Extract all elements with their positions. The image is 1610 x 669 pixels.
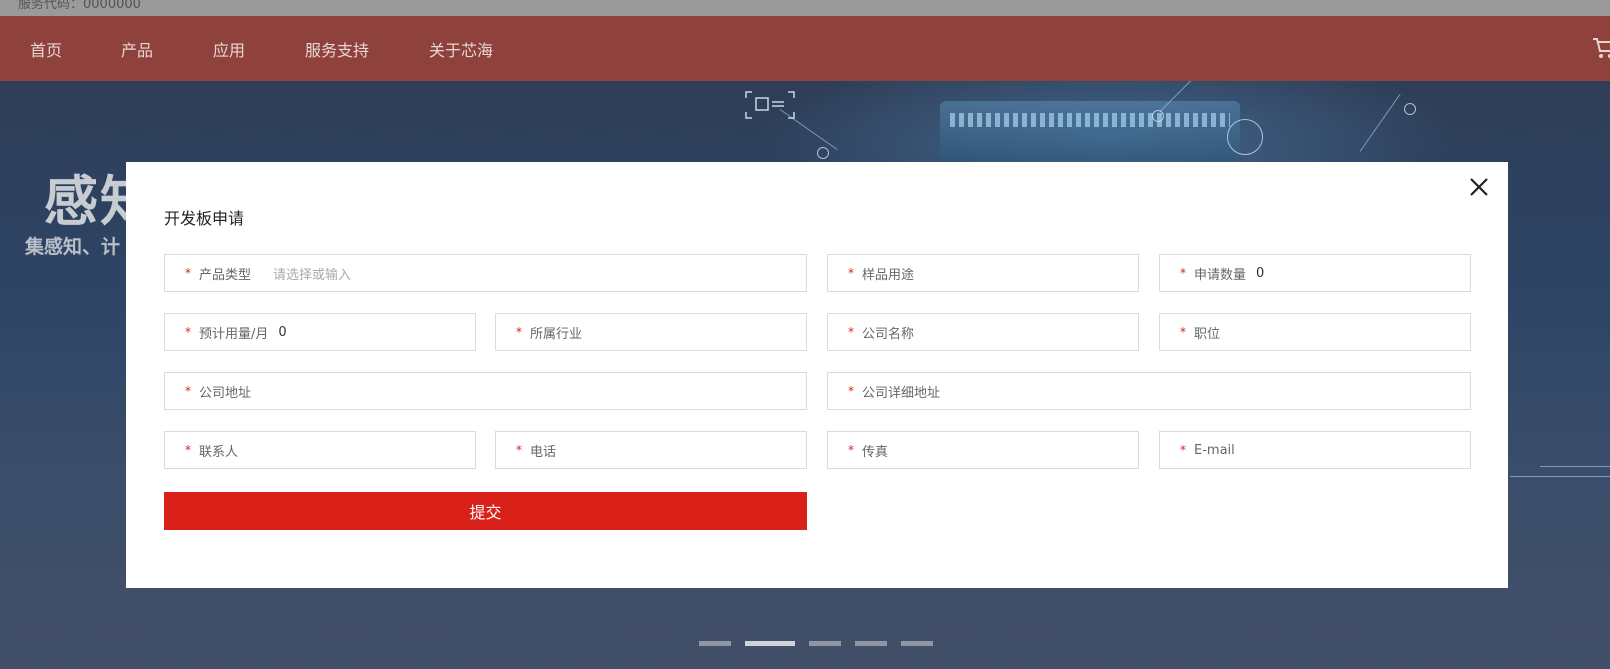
field-label: E-mail xyxy=(1194,442,1235,458)
circuit-node xyxy=(1404,103,1416,115)
nav-item-applications[interactable]: 应用 xyxy=(213,37,245,61)
field-label: 预计用量/月 xyxy=(199,326,269,342)
nav-item-products[interactable]: 产品 xyxy=(121,37,153,61)
field-label: 申请数量 xyxy=(1194,267,1247,283)
chip-pins xyxy=(950,113,1230,127)
required-mark: * xyxy=(1180,443,1186,457)
company-detail-address-field[interactable]: * 公司详细地址 xyxy=(827,372,1471,410)
field-label: 职位 xyxy=(1194,326,1221,342)
required-mark: * xyxy=(516,443,522,457)
product-type-combobox[interactable]: * 产品类型 请选择或输入 xyxy=(164,254,807,292)
hero-subtitle: 集感知、计 xyxy=(25,236,121,258)
carousel-dot[interactable] xyxy=(901,641,933,646)
carousel-dot-active[interactable] xyxy=(745,641,795,646)
cart-icon[interactable] xyxy=(1592,36,1610,60)
field-label: 所属行业 xyxy=(530,326,583,342)
nav-item-about[interactable]: 关于芯海 xyxy=(429,37,493,61)
required-mark: * xyxy=(848,266,854,280)
contact-field[interactable]: * 联系人 xyxy=(164,431,476,469)
carousel-dot[interactable] xyxy=(855,641,887,646)
carousel-dot[interactable] xyxy=(699,641,731,646)
field-label: 电话 xyxy=(530,444,557,460)
required-mark: * xyxy=(1180,266,1186,280)
monthly-usage-field[interactable]: * 预计用量/月 0 xyxy=(164,313,476,351)
position-field[interactable]: * 职位 xyxy=(1159,313,1471,351)
devboard-application-modal: 开发板申请 * 产品类型 请选择或输入 * 样品用途 * 申请数量 0 * 预计… xyxy=(126,162,1508,588)
required-mark: * xyxy=(185,443,191,457)
required-mark: * xyxy=(848,443,854,457)
fax-field[interactable]: * 传真 xyxy=(827,431,1139,469)
field-label: 产品类型 xyxy=(199,267,252,283)
circuit-node xyxy=(1227,119,1263,155)
field-value: 0 xyxy=(278,324,287,340)
close-icon[interactable] xyxy=(1468,176,1490,198)
nav-item-home[interactable]: 首页 xyxy=(30,37,62,61)
required-mark: * xyxy=(185,325,191,339)
required-mark: * xyxy=(185,266,191,280)
field-label: 样品用途 xyxy=(862,267,915,283)
email-field[interactable]: * E-mail xyxy=(1159,431,1471,469)
chip-graphic xyxy=(940,101,1240,161)
image-frame-icon xyxy=(745,91,795,119)
circuit-line xyxy=(1540,466,1610,467)
company-address-field[interactable]: * 公司地址 xyxy=(164,372,807,410)
required-mark: * xyxy=(848,384,854,398)
field-label: 公司名称 xyxy=(862,326,915,342)
required-mark: * xyxy=(1180,325,1186,339)
field-label: 公司详细地址 xyxy=(862,385,941,401)
carousel-dot[interactable] xyxy=(809,641,841,646)
nav-item-support[interactable]: 服务支持 xyxy=(305,37,369,61)
field-placeholder: 请选择或输入 xyxy=(273,267,352,283)
modal-title: 开发板申请 xyxy=(164,209,245,228)
circuit-line xyxy=(1510,476,1610,477)
top-info-bar: 服务代码：0000000 xyxy=(0,0,1610,16)
sample-usage-field[interactable]: * 样品用途 xyxy=(827,254,1139,292)
required-mark: * xyxy=(185,384,191,398)
field-value: 0 xyxy=(1256,265,1265,281)
company-name-field[interactable]: * 公司名称 xyxy=(827,313,1139,351)
phone-field[interactable]: * 电话 xyxy=(495,431,807,469)
field-label: 联系人 xyxy=(199,444,239,460)
field-label: 传真 xyxy=(862,444,889,460)
circuit-node xyxy=(1152,110,1164,122)
required-mark: * xyxy=(516,325,522,339)
submit-button[interactable]: 提交 xyxy=(164,492,807,530)
apply-quantity-field[interactable]: * 申请数量 0 xyxy=(1159,254,1471,292)
main-navigation: 首页 产品 应用 服务支持 关于芯海 xyxy=(0,16,1610,81)
field-label: 公司地址 xyxy=(199,385,252,401)
required-mark: * xyxy=(848,325,854,339)
industry-field[interactable]: * 所属行业 xyxy=(495,313,807,351)
circuit-node xyxy=(817,147,829,159)
hotline-text: 服务代码：0000000 xyxy=(18,0,141,12)
